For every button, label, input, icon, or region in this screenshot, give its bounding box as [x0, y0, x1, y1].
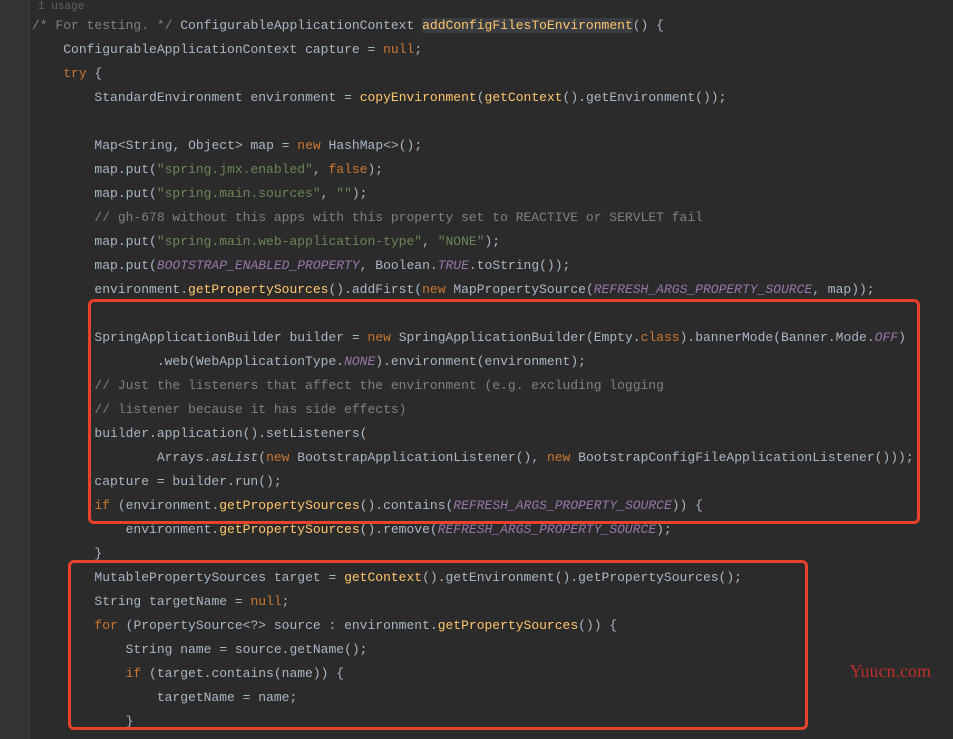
code-line[interactable]: } — [32, 710, 914, 734]
code-line[interactable]: String name = source.getName(); — [32, 638, 914, 662]
code-line[interactable]: SpringApplicationBuilder builder = new S… — [32, 326, 914, 350]
code-line[interactable]: targetName = name; — [32, 686, 914, 710]
code-line[interactable]: if (environment.getPropertySources().con… — [32, 494, 914, 518]
code-line[interactable]: .web(WebApplicationType.NONE).environmen… — [32, 350, 914, 374]
code-line[interactable]: environment.getPropertySources().addFirs… — [32, 278, 914, 302]
code-line[interactable]: capture = builder.run(); — [32, 470, 914, 494]
code-line[interactable] — [32, 302, 914, 326]
code-line[interactable]: Arrays.asList(new BootstrapApplicationLi… — [32, 446, 914, 470]
code-line[interactable]: Map<String, Object> map = new HashMap<>(… — [32, 134, 914, 158]
watermark: Yuucn.com — [850, 659, 931, 683]
code-line[interactable]: map.put(BOOTSTRAP_ENABLED_PROPERTY, Bool… — [32, 254, 914, 278]
code-line[interactable]: map.put("spring.jmx.enabled", false); — [32, 158, 914, 182]
code-line[interactable]: try { — [32, 62, 914, 86]
code-line[interactable]: StandardEnvironment environment = copyEn… — [32, 86, 914, 110]
code-line[interactable]: map.put("spring.main.web-application-typ… — [32, 230, 914, 254]
code-line[interactable]: } — [32, 542, 914, 566]
code-line[interactable]: environment.getPropertySources().remove(… — [32, 518, 914, 542]
code-line[interactable]: builder.application().setListeners( — [32, 422, 914, 446]
code-editor[interactable]: /* For testing. */ ConfigurableApplicati… — [32, 14, 914, 734]
code-line[interactable]: // Just the listeners that affect the en… — [32, 374, 914, 398]
code-line[interactable]: // gh-678 without this apps with this pr… — [32, 206, 914, 230]
code-line[interactable]: for (PropertySource<?> source : environm… — [32, 614, 914, 638]
usage-hint[interactable]: 1 usage — [38, 0, 84, 14]
code-line[interactable]: if (target.contains(name)) { — [32, 662, 914, 686]
code-line[interactable]: String targetName = null; — [32, 590, 914, 614]
code-line[interactable]: /* For testing. */ ConfigurableApplicati… — [32, 14, 914, 38]
code-line[interactable]: MutablePropertySources target = getConte… — [32, 566, 914, 590]
code-line[interactable] — [32, 110, 914, 134]
editor-gutter — [0, 0, 30, 739]
code-line[interactable]: map.put("spring.main.sources", ""); — [32, 182, 914, 206]
code-line[interactable]: // listener because it has side effects) — [32, 398, 914, 422]
code-line[interactable]: ConfigurableApplicationContext capture =… — [32, 38, 914, 62]
